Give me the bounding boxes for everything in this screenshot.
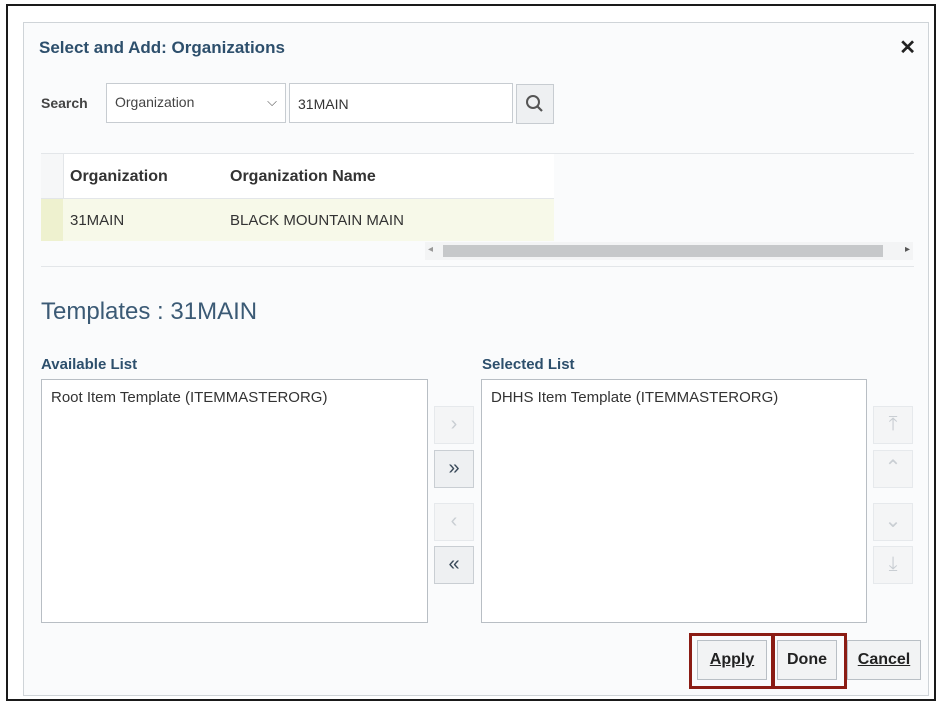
scrollbar-thumb[interactable] xyxy=(443,245,883,257)
search-button[interactable] xyxy=(516,84,554,124)
search-field-select[interactable]: Organization ⌵ xyxy=(106,83,286,123)
table-header: Organization Organization Name xyxy=(41,154,554,199)
row-selector-header xyxy=(41,154,64,198)
available-list-item[interactable]: Root Item Template (ITEMMASTERORG) xyxy=(42,380,427,406)
cell-organization: 31MAIN xyxy=(70,212,125,229)
search-input[interactable]: 31MAIN xyxy=(289,83,513,123)
row-selector[interactable] xyxy=(41,199,63,241)
done-highlight-box xyxy=(772,633,847,689)
close-icon[interactable]: ✕ xyxy=(899,35,916,60)
move-up-button[interactable]: ⌃ xyxy=(873,450,913,488)
search-field-select-value: Organization xyxy=(115,94,195,110)
chevron-down-icon: ⌵ xyxy=(267,94,277,109)
move-down-button[interactable]: ⌄ xyxy=(873,503,913,541)
selected-list-item[interactable]: DHHS Item Template (ITEMMASTERORG) xyxy=(482,380,866,406)
cell-organization-name: BLACK MOUNTAIN MAIN xyxy=(230,212,404,229)
scroll-right-icon[interactable]: ▸ xyxy=(905,244,910,255)
section-divider xyxy=(41,266,914,267)
dialog-title: Select and Add: Organizations xyxy=(39,38,285,57)
available-list[interactable]: Root Item Template (ITEMMASTERORG) xyxy=(41,379,428,623)
select-and-add-dialog: Select and Add: Organizations ✕ Search O… xyxy=(23,22,929,696)
horizontal-scrollbar[interactable]: ◂ ▸ xyxy=(425,242,913,260)
selected-list[interactable]: DHHS Item Template (ITEMMASTERORG) xyxy=(481,379,867,623)
search-icon xyxy=(526,95,543,112)
cancel-button[interactable]: Cancel xyxy=(847,640,921,680)
move-to-bottom-button[interactable]: ⤓ xyxy=(873,546,913,584)
move-selected-button[interactable]: › xyxy=(434,406,474,444)
column-header-organization-name[interactable]: Organization Name xyxy=(230,168,376,186)
remove-all-button[interactable]: « xyxy=(434,546,474,584)
selected-list-label: Selected List xyxy=(482,356,575,373)
column-header-organization[interactable]: Organization xyxy=(70,168,168,186)
templates-title: Templates : 31MAIN xyxy=(41,298,258,325)
move-to-top-button[interactable]: ⤒ xyxy=(873,406,913,444)
remove-selected-button[interactable]: ‹ xyxy=(434,503,474,541)
apply-highlight-box xyxy=(689,633,774,689)
available-list-label: Available List xyxy=(41,356,138,373)
table-row[interactable]: 31MAIN BLACK MOUNTAIN MAIN xyxy=(41,199,554,241)
search-label: Search xyxy=(41,95,88,111)
scroll-left-icon[interactable]: ◂ xyxy=(428,244,433,255)
move-all-button[interactable]: » xyxy=(434,450,474,488)
